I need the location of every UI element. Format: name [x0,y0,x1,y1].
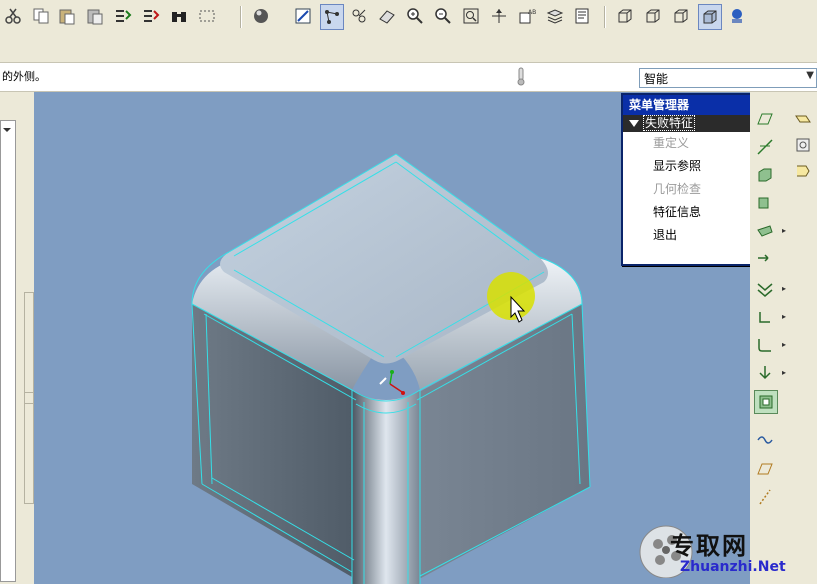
rib-icon[interactable] [754,278,776,300]
shading-sphere-icon[interactable] [250,4,272,28]
sketch-icon[interactable] [792,108,814,130]
datum-display-icon[interactable] [292,4,314,28]
more-arrow-icon[interactable]: ▸ [782,368,786,377]
menu-item-exit[interactable]: 退出 [623,224,751,247]
orient-icon[interactable] [376,4,398,28]
selection-filter-dropdown[interactable]: 智能 ▼ [639,68,817,88]
datum-curve-icon[interactable] [754,428,776,450]
draft-icon[interactable] [754,306,776,328]
menu-item-show-refs[interactable]: 显示参照 [623,155,751,178]
menu-manager-title: 菜单管理器 [623,95,751,115]
reorient-icon[interactable] [488,4,510,28]
datum-axis-2-icon[interactable] [754,486,776,508]
menu-section-label: 失败特征 [643,115,696,131]
hole-icon[interactable] [754,248,776,270]
revolve-icon[interactable] [754,192,776,214]
chevron-down-icon[interactable] [0,122,14,138]
menu-item-redefine: 重定义 [653,136,690,150]
datum-axis-icon[interactable] [754,136,776,158]
watermark-brand: 专取网 [670,531,748,560]
layers-icon[interactable] [544,4,566,28]
more-arrow-icon[interactable]: ▸ [782,284,786,293]
regen-manager-icon[interactable] [140,4,162,28]
regenerate-icon[interactable] [112,4,134,28]
more-arrow-icon[interactable]: ▸ [782,312,786,321]
refit-icon[interactable] [460,4,482,28]
menu-section-failed-feature[interactable]: 失败特征 [623,115,751,132]
shell-icon[interactable] [754,390,778,414]
datum-plane-2-icon[interactable] [754,458,776,480]
watermark-url: Zhuanzhi.Net [680,559,786,575]
zoom-out-icon[interactable] [432,4,454,28]
menu-item-geom-check: 几何检查 [653,182,702,196]
feature-toolbar: ▸ ▸ ▸ ▸ ▸ [750,92,817,584]
find-icon[interactable] [168,4,190,28]
splitter-handle[interactable] [24,392,34,504]
enhanced-realism-icon[interactable] [726,4,748,28]
shading-icon[interactable] [698,4,722,30]
copy-icon[interactable] [30,4,52,28]
message-text: 的外侧。 [2,70,46,83]
zoom-in-icon[interactable] [404,4,426,28]
extrude-icon[interactable] [754,164,776,186]
paste-special-icon[interactable] [84,4,106,28]
wireframe-icon[interactable] [614,4,636,28]
paste-icon[interactable] [56,4,78,28]
svg-text:AB: AB [528,9,536,16]
no-hidden-icon[interactable] [670,4,692,28]
sweep-icon[interactable] [754,220,776,242]
triangle-down-icon [629,120,639,127]
splitter-handle[interactable] [24,292,34,404]
filter-value: 智能 [644,72,669,86]
select-box-icon[interactable] [196,4,218,28]
datum-plane-icon[interactable] [754,108,776,130]
round-icon[interactable] [754,334,776,356]
chamfer-icon[interactable] [754,362,776,384]
chevron-down-icon: ▼ [806,70,814,81]
coordinate-system-icon[interactable] [792,160,814,182]
menu-item-feature-info[interactable]: 特征信息 [623,201,751,224]
hidden-line-icon[interactable] [642,4,664,28]
thermometer-icon [514,66,528,86]
model-tree-icon[interactable] [572,4,594,28]
point-icon[interactable] [792,134,814,156]
spin-center-icon[interactable] [320,4,344,30]
csys-marker [379,370,405,395]
saved-views-icon[interactable]: AB [516,4,538,28]
more-arrow-icon[interactable]: ▸ [782,226,786,235]
menu-manager: 菜单管理器 失败特征 重定义 显示参照 几何检查 特征信息 退出 [621,93,753,266]
main-toolbar: AB [0,0,817,62]
model-tree-panel [0,92,34,584]
view-manager-icon[interactable] [348,4,370,28]
more-arrow-icon[interactable]: ▸ [782,340,786,349]
cut-icon[interactable] [2,4,24,28]
model-tree-area[interactable] [0,120,16,582]
